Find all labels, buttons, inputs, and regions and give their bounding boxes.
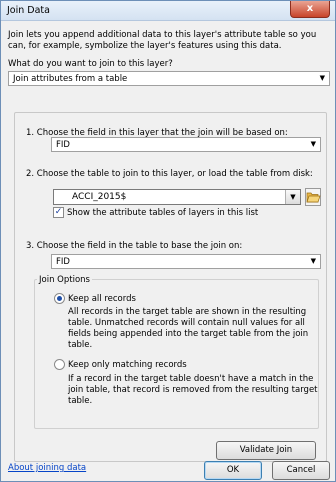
cancel-button[interactable]: Cancel (272, 461, 330, 480)
join-type-value: Join attributes from a table (13, 74, 128, 84)
join-table-field-value: FID (56, 257, 70, 267)
ok-button[interactable]: OK (204, 461, 262, 480)
join-table-field-select[interactable]: FID ▼ (51, 254, 321, 269)
keep-all-records-radio[interactable] (54, 293, 65, 304)
keep-all-records-description: All records in the target table are show… (68, 307, 309, 350)
show-layers-label: Show the attribute tables of layers in t… (67, 208, 259, 218)
join-data-dialog: Join Data x Join lets you append additio… (0, 0, 336, 482)
chevron-down-icon: ▼ (319, 74, 325, 82)
step3-label: 3. Choose the field in the table to base… (26, 241, 243, 251)
close-button[interactable]: x (290, 1, 330, 18)
layer-field-select[interactable]: FID ▼ (51, 137, 321, 152)
chevron-down-icon: ▼ (310, 257, 316, 265)
about-joining-data-link[interactable]: About joining data (8, 463, 86, 473)
join-options-legend: Join Options (37, 275, 92, 285)
show-layers-checkbox[interactable]: ✓ (53, 207, 64, 218)
join-question-label: What do you want to join to this layer? (8, 59, 173, 69)
title-bar[interactable]: Join Data x (1, 1, 335, 21)
keep-matching-records-radio[interactable] (54, 359, 65, 370)
join-type-select[interactable]: Join attributes from a table ▼ (8, 71, 330, 86)
chevron-down-icon: ▼ (310, 140, 316, 148)
close-icon: x (306, 3, 314, 14)
join-table-value: ACCI_2015$ (72, 192, 127, 202)
layer-field-value: FID (56, 140, 70, 150)
keep-all-records-label: Keep all records (68, 294, 136, 304)
join-table-select[interactable]: ACCI_2015$ ▼ (53, 189, 301, 205)
step2-label: 2. Choose the table to join to this laye… (26, 169, 313, 179)
validate-join-button[interactable]: Validate Join (216, 441, 316, 460)
intro-text: Join lets you append additional data to … (8, 30, 317, 51)
keep-matching-records-description: If a record in the target table doesn't … (68, 374, 318, 406)
keep-matching-records-label: Keep only matching records (68, 360, 187, 370)
open-folder-icon[interactable] (305, 188, 321, 206)
checkmark-icon: ✓ (54, 207, 63, 217)
dialog-title: Join Data (7, 5, 50, 16)
chevron-down-icon[interactable]: ▼ (285, 190, 300, 204)
